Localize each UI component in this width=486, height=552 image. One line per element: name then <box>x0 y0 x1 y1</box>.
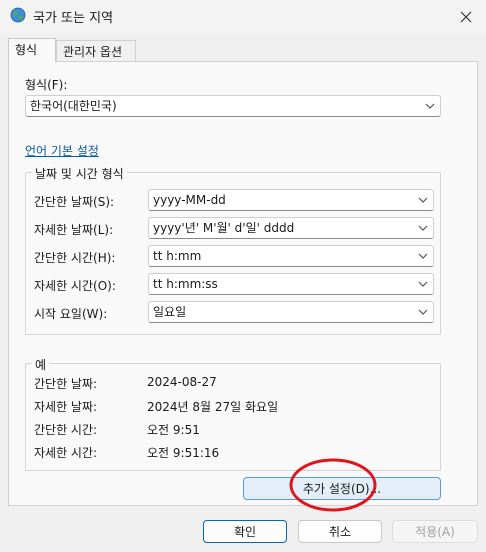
short-time-dropdown[interactable]: tt h:mm <box>148 245 434 267</box>
short-date-value: yyyy-MM-dd <box>153 193 226 207</box>
title-bar: 국가 또는 지역 <box>0 0 486 33</box>
short-date-label: 간단한 날짜(S): <box>34 195 115 209</box>
datetime-format-group: 날짜 및 시간 형식 간단한 날짜(S): yyyy-MM-dd 자세한 날짜(… <box>25 165 441 335</box>
language-preferences-link[interactable]: 언어 기본 설정 <box>25 142 99 159</box>
long-date-value: yyyy'년' M'월' d'일' dddd <box>153 221 295 235</box>
short-time-label: 간단한 시간(H): <box>34 251 116 265</box>
cancel-button-label: 취소 <box>328 525 352 539</box>
tab-format-label: 형식 <box>15 43 38 57</box>
window-title: 국가 또는 지역 <box>33 11 114 26</box>
ok-button-label: 확인 <box>233 525 257 539</box>
chevron-down-icon <box>418 309 428 315</box>
apply-button[interactable]: 적용(A) <box>392 520 478 543</box>
example-long-date-label: 자세한 날짜: <box>34 400 98 414</box>
chevron-down-icon <box>418 281 428 287</box>
examples-group-title: 예 <box>32 356 50 373</box>
chevron-down-icon <box>418 253 428 259</box>
tab-strip: 형식 관리자 옵션 <box>8 38 478 62</box>
additional-settings-label: 추가 설정(D)... <box>302 482 382 496</box>
cancel-button[interactable]: 취소 <box>298 520 382 543</box>
long-time-value: tt h:mm:ss <box>153 277 218 291</box>
long-date-label: 자세한 날짜(L): <box>34 223 114 237</box>
ok-button[interactable]: 확인 <box>203 520 287 543</box>
format-tab-panel: 형식(F): 한국어(대한민국) 언어 기본 설정 날짜 및 시간 형식 간단한… <box>8 61 478 506</box>
format-dropdown[interactable]: 한국어(대한민국) <box>25 95 441 117</box>
apply-button-label: 적용(A) <box>415 525 455 539</box>
first-day-dropdown[interactable]: 일요일 <box>148 301 434 323</box>
example-short-date-label: 간단한 날짜: <box>34 377 98 391</box>
short-time-value: tt h:mm <box>153 249 202 263</box>
example-long-time-label: 자세한 시간: <box>34 446 98 460</box>
example-short-date-value: 2024-08-27 <box>147 375 217 389</box>
long-time-label: 자세한 시간(O): <box>34 279 116 293</box>
format-label: 형식(F): <box>25 78 68 92</box>
datetime-format-group-title: 날짜 및 시간 형식 <box>32 165 127 182</box>
chevron-down-icon <box>418 225 428 231</box>
globe-icon <box>10 7 26 23</box>
example-short-time-value: 오전 9:51 <box>147 423 200 437</box>
tab-admin-options-label: 관리자 옵션 <box>63 45 123 59</box>
chevron-down-icon <box>425 103 435 109</box>
format-dropdown-value: 한국어(대한민국) <box>30 99 117 113</box>
first-day-value: 일요일 <box>153 305 187 319</box>
long-date-dropdown[interactable]: yyyy'년' M'월' d'일' dddd <box>148 217 434 239</box>
example-short-time-label: 간단한 시간: <box>34 423 98 437</box>
short-date-dropdown[interactable]: yyyy-MM-dd <box>148 189 434 211</box>
example-long-date-value: 2024년 8월 27일 화요일 <box>147 400 279 414</box>
chevron-down-icon <box>418 197 428 203</box>
tab-format[interactable]: 형식 <box>8 38 56 62</box>
examples-group: 예 간단한 날짜: 2024-08-27 자세한 날짜: 2024년 8월 27… <box>25 356 441 471</box>
additional-settings-button[interactable]: 추가 설정(D)... <box>243 477 441 500</box>
tab-admin-options[interactable]: 관리자 옵션 <box>56 40 136 61</box>
close-icon <box>460 11 472 22</box>
first-day-label: 시작 요일(W): <box>34 307 108 321</box>
long-time-dropdown[interactable]: tt h:mm:ss <box>148 273 434 295</box>
close-button[interactable] <box>446 0 486 33</box>
example-long-time-value: 오전 9:51:16 <box>147 446 220 460</box>
